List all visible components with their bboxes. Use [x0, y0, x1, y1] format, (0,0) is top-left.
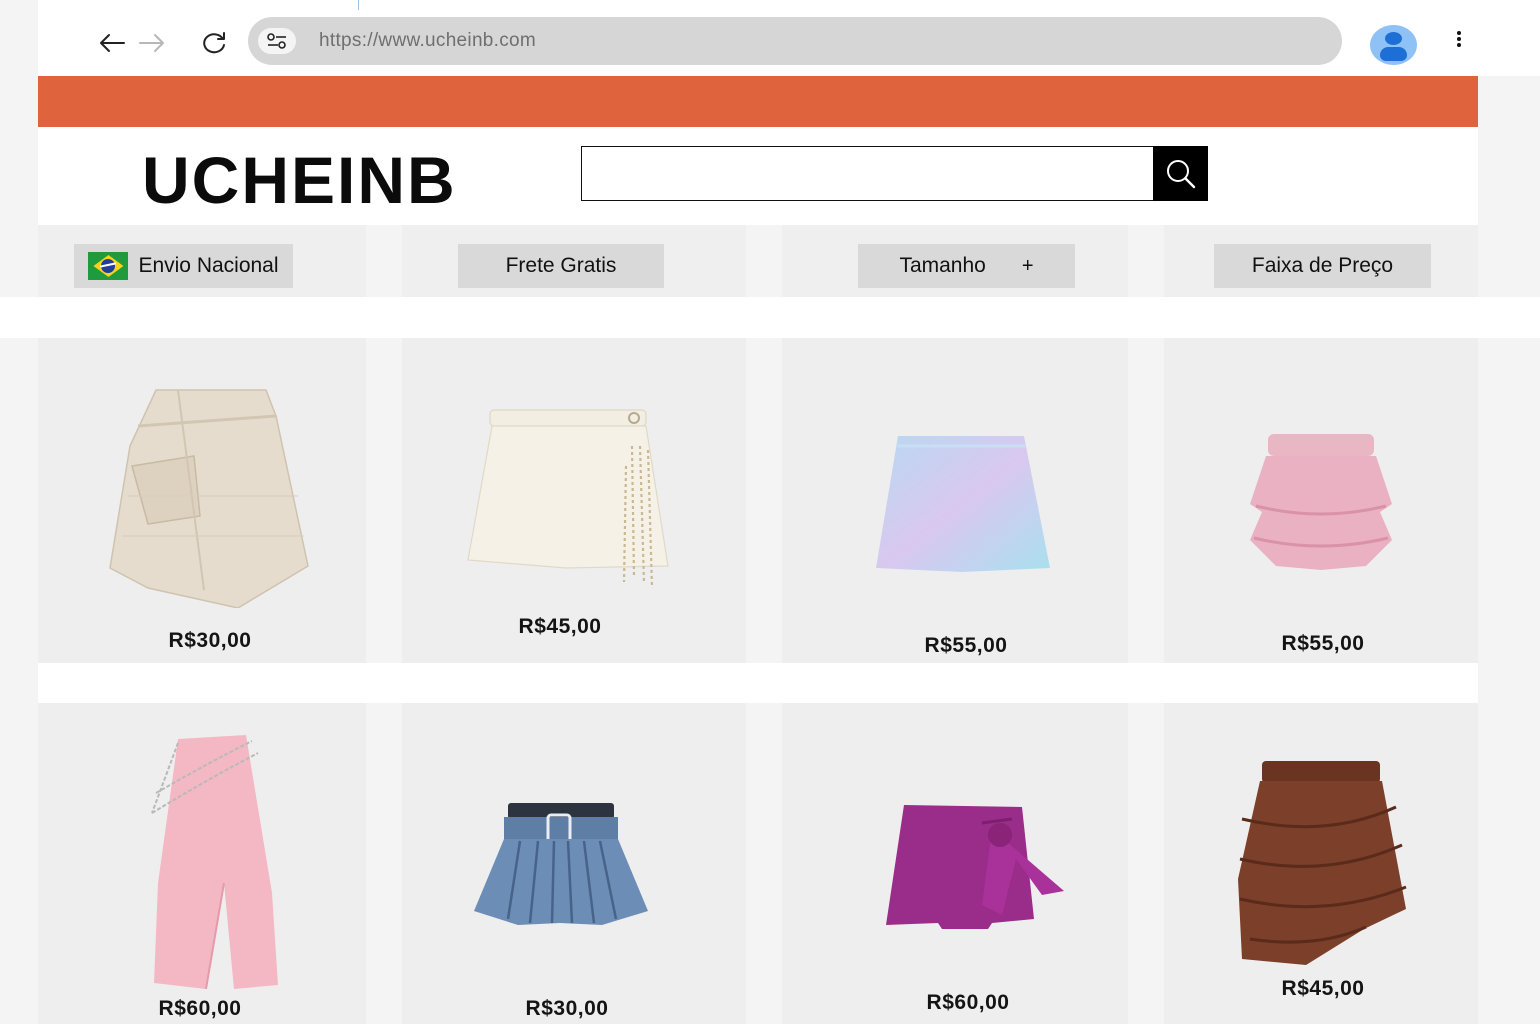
tab-divider	[358, 0, 359, 10]
reload-icon	[203, 32, 225, 54]
kebab-dot-icon	[1457, 43, 1461, 47]
product-card[interactable]: R$60,00	[782, 703, 1128, 1024]
product-price: R$60,00	[158, 997, 242, 1020]
product-price: R$30,00	[525, 997, 609, 1020]
product-card[interactable]: R$55,00	[1164, 338, 1478, 663]
product-card[interactable]: R$45,00	[1164, 703, 1478, 1024]
promo-bar	[38, 76, 1478, 127]
filter-envio-nacional-button[interactable]: Envio Nacional	[74, 244, 293, 288]
filter-frete-gratis-button[interactable]: Frete Gratis	[458, 244, 664, 288]
product-image	[151, 735, 278, 990]
product-image	[876, 436, 1050, 572]
forward-arrow-icon	[139, 34, 164, 52]
divider	[0, 297, 1540, 338]
url-text[interactable]: https://www.ucheinb.com	[319, 30, 536, 52]
filter-label: Tamanho	[899, 254, 986, 277]
search-button[interactable]	[1153, 146, 1208, 201]
product-image	[467, 409, 669, 589]
plus-icon: +	[1021, 254, 1034, 277]
kebab-dot-icon	[1457, 37, 1461, 41]
reload-button[interactable]	[197, 26, 231, 60]
avatar-body-icon	[1380, 47, 1407, 61]
product-card[interactable]: R$55,00	[782, 338, 1128, 663]
product-price: R$55,00	[1281, 632, 1365, 655]
brazil-flag-icon	[88, 252, 129, 280]
site-logo[interactable]: UCHEINB	[142, 140, 457, 220]
back-button[interactable]	[95, 26, 129, 60]
product-image	[1238, 761, 1407, 965]
filter-label: Envio Nacional	[138, 254, 279, 277]
filter-label: Faixa de Preço	[1251, 254, 1394, 277]
site-settings-button[interactable]	[258, 28, 296, 54]
product-image	[886, 805, 1064, 929]
divider	[38, 663, 1478, 703]
product-card[interactable]: R$30,00	[402, 703, 746, 1024]
tune-icon	[267, 33, 286, 49]
product-card[interactable]: R$60,00	[38, 703, 366, 1024]
product-card[interactable]: R$30,00	[38, 338, 366, 663]
filter-label: Frete Gratis	[505, 254, 617, 277]
back-arrow-icon	[100, 34, 125, 52]
product-image	[109, 389, 309, 608]
search-input[interactable]	[581, 146, 1154, 201]
search-icon	[1166, 159, 1195, 188]
browser-menu-button[interactable]	[1449, 28, 1469, 50]
kebab-dot-icon	[1457, 31, 1461, 35]
profile-avatar[interactable]	[1370, 25, 1417, 65]
avatar-head-icon	[1385, 32, 1402, 45]
forward-button[interactable]	[135, 26, 169, 60]
product-price: R$45,00	[1281, 977, 1365, 1000]
product-price: R$30,00	[168, 629, 252, 652]
product-price: R$60,00	[926, 991, 1010, 1014]
filter-faixa-de-preco-button[interactable]: Faixa de Preço	[1214, 244, 1431, 288]
product-price: R$45,00	[518, 615, 602, 638]
product-price: R$55,00	[924, 634, 1008, 657]
product-image	[474, 803, 648, 925]
product-image	[1250, 434, 1392, 570]
filter-tamanho-button[interactable]: Tamanho +	[858, 244, 1075, 288]
product-card[interactable]: R$45,00	[402, 338, 746, 663]
